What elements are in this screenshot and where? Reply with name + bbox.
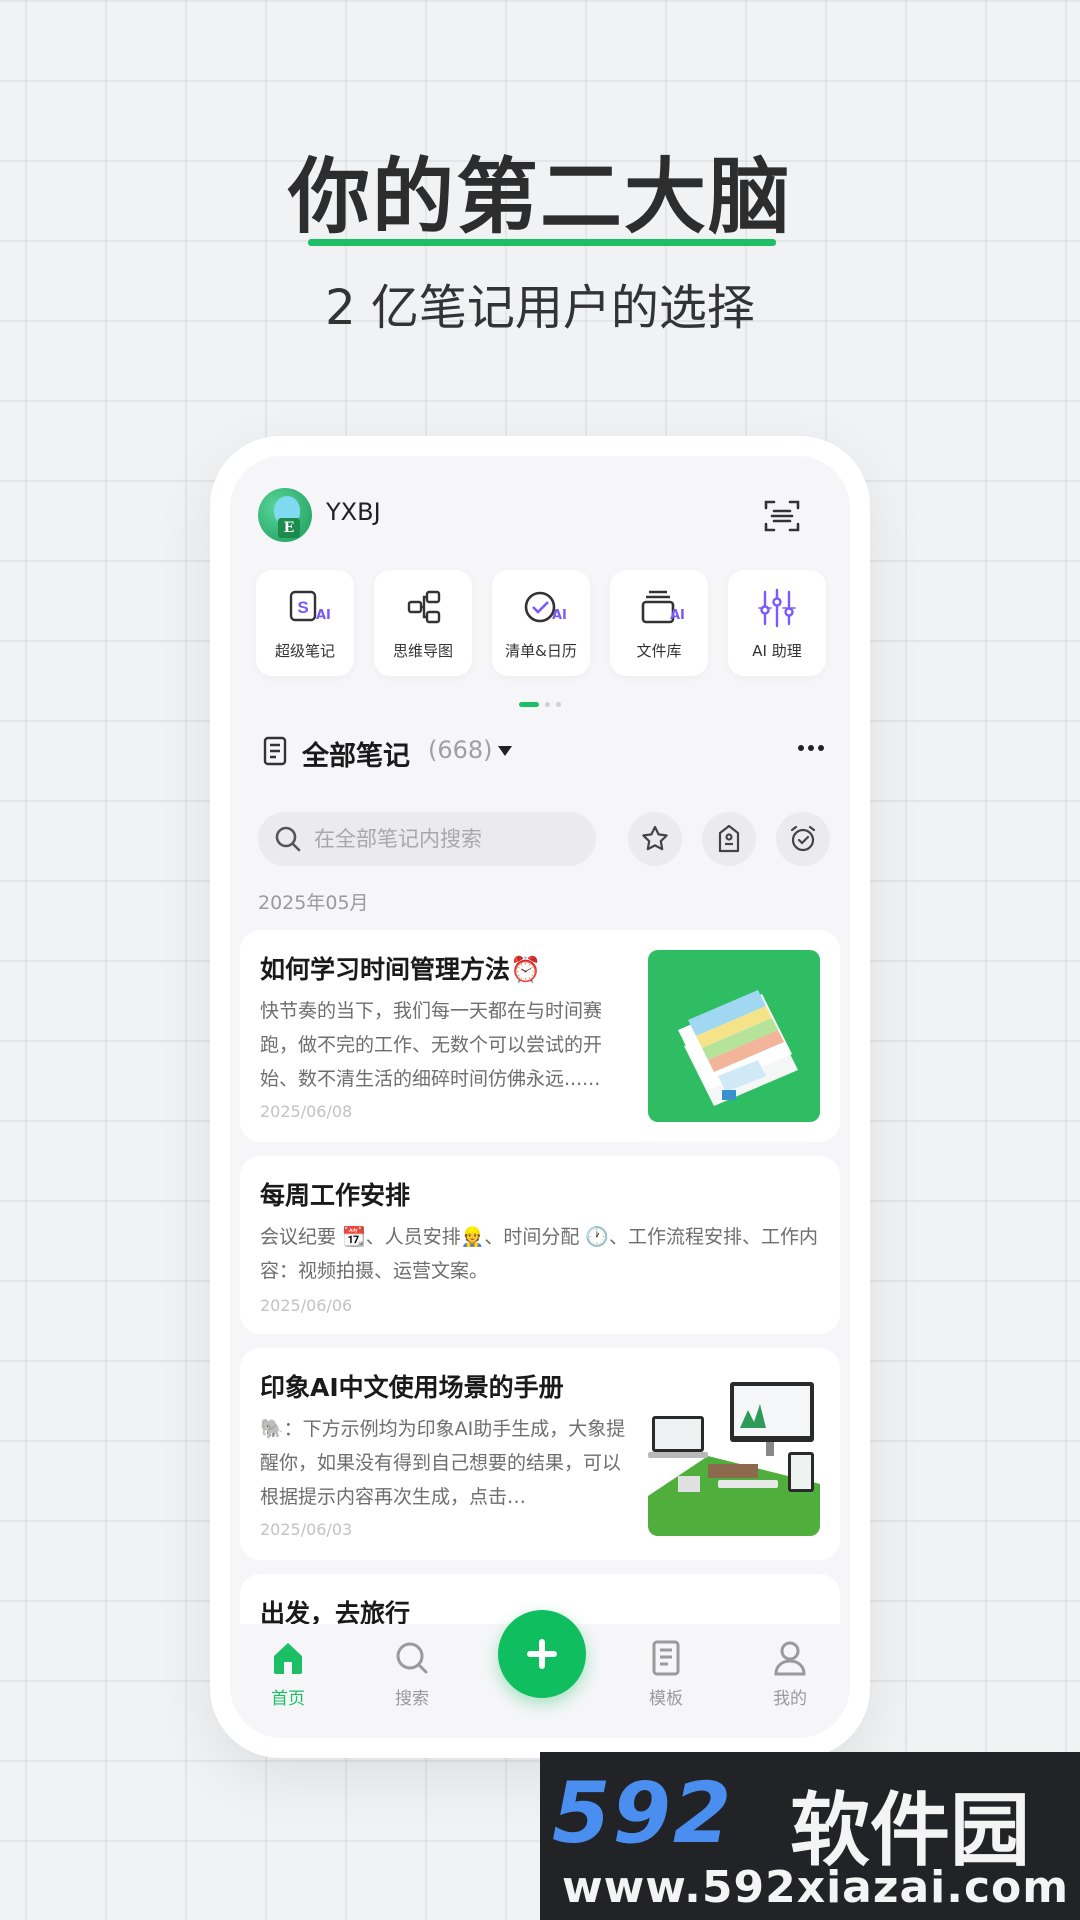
shortcut-label: 超级笔记 — [274, 642, 335, 660]
notes-title[interactable]: 全部笔记 — [302, 734, 410, 773]
shortcut-label: 文件库 — [636, 642, 682, 660]
notes-count: (668) — [428, 736, 493, 764]
ai-tag: AI — [316, 608, 331, 623]
ai-tag: AI — [552, 608, 567, 623]
shortcut-label: AI 助理 — [752, 642, 802, 660]
promo-headline: 你的第二大脑 — [287, 150, 792, 245]
note-card[interactable]: 印象AI中文使用场景的手册 🐘：下方示例均为印象AI助手生成，大象提醒你，如果没… — [240, 1348, 840, 1560]
note-title: 每周工作安排 — [260, 1181, 411, 1210]
ai-assistant-icon — [758, 588, 796, 628]
note-excerpt: 🐘：下方示例均为印象AI助手生成，大象提醒你，如果没有得到自己想要的结果，可以根… — [260, 1418, 626, 1508]
avatar-badge: E — [278, 518, 300, 538]
nav-search[interactable]: 搜索 — [372, 1638, 452, 1709]
top-bar: E YXBJ — [230, 486, 850, 550]
note-thumbnail — [648, 950, 820, 1122]
search-icon — [275, 826, 301, 852]
scan-icon[interactable] — [762, 496, 802, 536]
chevron-down-icon[interactable] — [498, 746, 512, 756]
shortcut-ai-assistant[interactable]: AI 助理 — [728, 570, 826, 676]
shortcut-file-library[interactable]: AI 文件库 — [610, 570, 708, 676]
star-icon — [642, 825, 668, 851]
mind-map-icon — [407, 590, 441, 624]
note-date: 2025/06/03 — [260, 1520, 353, 1539]
tag-icon — [718, 824, 740, 853]
nav-me-label: 我的 — [773, 1689, 807, 1709]
user-icon — [774, 1641, 806, 1676]
notes-header: 全部笔记 (668) — [230, 732, 850, 772]
month-group-label: 2025年05月 — [258, 892, 369, 914]
search-input[interactable] — [314, 822, 574, 856]
note-excerpt: 会议纪要 📆、人员安排👷、时间分配 🕐、工作流程安排、工作内容：视频拍摄、运营文… — [260, 1226, 819, 1282]
note-date: 2025/06/06 — [260, 1296, 353, 1315]
nav-home-label: 首页 — [271, 1689, 305, 1709]
template-icon — [652, 1640, 680, 1676]
home-icon — [274, 1643, 302, 1674]
watermark-brand-number: 592 — [552, 1764, 734, 1862]
headline-underline — [308, 239, 776, 246]
nav-templates[interactable]: 模板 — [626, 1638, 706, 1709]
alarm-clock-icon — [790, 825, 816, 852]
note-title: 印象AI中文使用场景的手册 — [260, 1373, 564, 1402]
shortcut-mind-map[interactable]: 思维导图 — [374, 570, 472, 676]
ai-tag: AI — [670, 608, 685, 623]
shortcut-super-note[interactable]: S AI 超级笔记 — [256, 570, 354, 676]
promo-subline: 2 亿笔记用户的选择 — [325, 280, 755, 336]
spreadsheet-illustration — [678, 990, 798, 1106]
page-dot-active — [519, 702, 539, 707]
app-screen: E YXBJ S AI 超级笔记 思维导图 AI 清单&日历 AI 文件库 AI… — [230, 456, 850, 1738]
username[interactable]: YXBJ — [326, 498, 381, 526]
more-icon[interactable] — [796, 738, 826, 758]
note-card[interactable]: 如何学习时间管理方法⏰ 快节奏的当下，我们每一天都在与时间赛跑，做不完的工作、无… — [240, 930, 840, 1142]
site-watermark: 592 软件园 www.592xiazai.com — [540, 1752, 1080, 1920]
add-note-button[interactable] — [498, 1610, 586, 1698]
shortcut-label: 思维导图 — [392, 642, 453, 660]
page-indicator — [230, 694, 850, 713]
phone-frame: E YXBJ S AI 超级笔记 思维导图 AI 清单&日历 AI 文件库 AI… — [210, 436, 870, 1758]
shortcut-bar: S AI 超级笔记 思维导图 AI 清单&日历 AI 文件库 AI 助理 — [256, 570, 826, 676]
note-thumbnail — [648, 1376, 820, 1536]
note-excerpt: 快节奏的当下，我们每一天都在与时间赛跑，做不完的工作、无数个可以尝试的开始、数不… — [260, 1000, 603, 1090]
search-icon — [396, 1642, 428, 1674]
favorites-button[interactable] — [628, 812, 682, 866]
svg-text:S: S — [297, 598, 308, 617]
watermark-url: www.592xiazai.com — [562, 1862, 1070, 1913]
devices-illustration — [648, 1382, 820, 1536]
page-dot — [545, 702, 550, 707]
nav-home[interactable]: 首页 — [248, 1638, 328, 1709]
nav-me[interactable]: 我的 — [750, 1638, 830, 1709]
note-date: 2025/06/08 — [260, 1102, 353, 1121]
search-bar[interactable] — [258, 812, 596, 866]
nav-search-label: 搜索 — [395, 1689, 429, 1709]
note-title: 如何学习时间管理方法⏰ — [260, 955, 542, 984]
shortcut-label: 清单&日历 — [505, 642, 577, 660]
nav-templates-label: 模板 — [649, 1689, 683, 1709]
notebook-icon — [263, 736, 287, 766]
reminders-button[interactable] — [776, 812, 830, 866]
note-card[interactable]: 每周工作安排 会议纪要 📆、人员安排👷、时间分配 🕐、工作流程安排、工作内容：视… — [240, 1156, 840, 1334]
tags-button[interactable] — [702, 812, 756, 866]
shortcut-checklist-calendar[interactable]: AI 清单&日历 — [492, 570, 590, 676]
avatar[interactable]: E — [258, 488, 312, 542]
page-dot — [556, 702, 561, 707]
bottom-nav: 首页 搜索 模板 我的 — [230, 1610, 850, 1738]
